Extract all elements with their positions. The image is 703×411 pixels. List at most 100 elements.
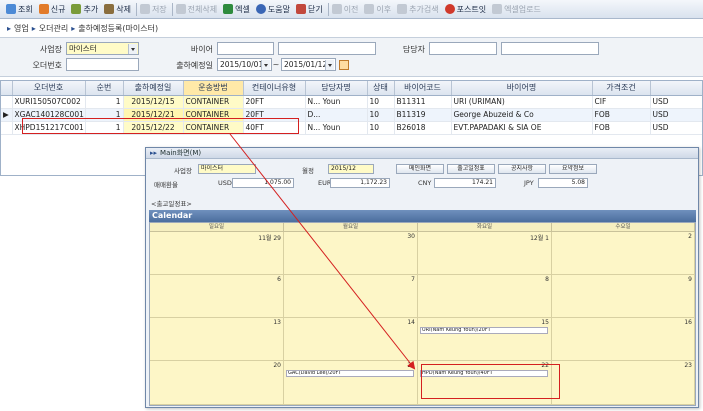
buyer-name-cell[interactable]: EVT.PAPADAKI & SIA OE	[451, 121, 593, 135]
excel-upload-button[interactable]: 엑셀업로드	[490, 1, 545, 17]
column-header[interactable]: 바이어코드	[394, 81, 452, 96]
buyer-code-input[interactable]	[217, 42, 274, 55]
seq-cell[interactable]: 1	[85, 95, 124, 109]
calendar-day-cell[interactable]: 13	[150, 318, 284, 361]
container-cell[interactable]: 40FT	[243, 121, 306, 135]
calendar-event[interactable]: HPD(Nam Keung Youn)/40FT	[420, 370, 548, 377]
price-term-cell[interactable]: CIF	[592, 95, 651, 109]
table-row[interactable]: XHPD151217C001 1 2015/12/22 CONTAINER 40…	[1, 121, 702, 135]
new-button[interactable]: 신규	[37, 1, 70, 17]
calendar-day-cell[interactable]: 21 GAC(David Lee)/20FT	[284, 361, 418, 405]
column-header[interactable]: 상태	[367, 81, 395, 96]
breadcrumb-item[interactable]: 출하예정등록(마이스터)	[78, 23, 158, 34]
calendar-icon[interactable]	[339, 60, 349, 70]
calendar-event[interactable]: URI(Nam Keung Youn)/20FT	[420, 327, 548, 334]
column-header[interactable]: 순번	[85, 81, 124, 96]
column-header[interactable]: 오더번호	[12, 81, 86, 96]
column-header[interactable]: 컨테이너유형	[243, 81, 306, 96]
close-button[interactable]: 닫기	[294, 1, 327, 17]
breadcrumb-item[interactable]: 영업	[14, 23, 29, 34]
manager-cell[interactable]: D...	[305, 108, 368, 122]
calendar-day-cell[interactable]: 8	[418, 275, 552, 318]
calendar-day-cell[interactable]: 14	[284, 318, 418, 361]
column-header[interactable]: 가격조건	[592, 81, 651, 96]
excel-button[interactable]: 엑셀	[221, 1, 254, 17]
add-button[interactable]: 추가	[69, 1, 102, 17]
schedule-button[interactable]: 출고일정표	[447, 164, 495, 174]
column-header[interactable]: 담당자명	[305, 81, 368, 96]
currency-cell[interactable]: USD	[650, 121, 702, 135]
container-cell[interactable]: 20FT	[243, 108, 306, 122]
price-term-cell[interactable]: FOB	[592, 108, 651, 122]
calendar-day-cell[interactable]: 6	[150, 275, 284, 318]
manager-name-input[interactable]	[501, 42, 599, 55]
column-header[interactable]: 바이어명	[451, 81, 593, 96]
seq-cell[interactable]: 1	[85, 121, 124, 135]
buyer-code-cell[interactable]: B26018	[394, 121, 452, 135]
manager-code-input[interactable]	[429, 42, 497, 55]
calendar-day-cell[interactable]: 22 HPD(Nam Keung Youn)/40FT	[418, 361, 552, 405]
fx-rate-jpy[interactable]: 5.08	[538, 178, 588, 188]
currency-cell[interactable]: USD	[650, 95, 702, 109]
buyer-code-cell[interactable]: B11311	[394, 95, 452, 109]
ship-date-cell[interactable]: 2015/12/21	[123, 108, 184, 122]
ship-date-cell[interactable]: 2015/12/22	[123, 121, 184, 135]
postit-button[interactable]: 포스트잇	[443, 1, 490, 17]
prev-button[interactable]: 이전	[330, 1, 363, 17]
notice-button[interactable]: 공지사항	[498, 164, 546, 174]
calendar-day-cell[interactable]: 23	[552, 361, 695, 405]
calendar-day-cell[interactable]: 16	[552, 318, 695, 361]
popup-month-select[interactable]: 2015/12	[328, 164, 374, 174]
delete-all-button[interactable]: 전체삭제	[174, 1, 221, 17]
order-no-cell[interactable]: XURI150507C002	[12, 95, 86, 109]
transport-cell[interactable]: CONTAINER	[183, 108, 244, 122]
calendar-day-cell[interactable]: 30	[284, 232, 418, 275]
calendar-day-cell[interactable]: 2	[552, 232, 695, 275]
column-header[interactable]: 출하예정일	[123, 81, 184, 96]
seq-cell[interactable]: 1	[85, 108, 124, 122]
buyer-name-cell[interactable]: URI (URIMAN)	[451, 95, 593, 109]
calendar-day-cell[interactable]: 20	[150, 361, 284, 405]
next-button[interactable]: 이후	[362, 1, 395, 17]
help-button[interactable]: 도움말	[254, 1, 294, 17]
status-cell[interactable]: 10	[367, 121, 395, 135]
main-screen-button[interactable]: 메인화면	[396, 164, 444, 174]
calendar-event[interactable]: GAC(David Lee)/20FT	[286, 370, 414, 377]
transport-cell[interactable]: CONTAINER	[183, 95, 244, 109]
container-cell[interactable]: 20FT	[243, 95, 306, 109]
buyer-name-input[interactable]	[278, 42, 376, 55]
calendar-day-cell[interactable]: 7	[284, 275, 418, 318]
buyer-name-cell[interactable]: George Abuzeid & Co	[451, 108, 593, 122]
table-row[interactable]: XURI150507C002 1 2015/12/15 CONTAINER 20…	[1, 95, 702, 109]
fx-rate-usd[interactable]: 1,075.00	[232, 178, 294, 188]
popup-company-select[interactable]: 마이스터	[198, 164, 256, 174]
order-no-cell[interactable]: XGAC140128C001	[12, 108, 86, 122]
buyer-code-cell[interactable]: B11319	[394, 108, 452, 122]
status-cell[interactable]: 10	[367, 108, 395, 122]
date-from-input[interactable]: 2015/10/01	[217, 58, 272, 71]
column-header[interactable]: 운송방법	[183, 81, 244, 96]
calendar-day-cell[interactable]: 9	[552, 275, 695, 318]
ship-date-cell[interactable]: 2015/12/15	[123, 95, 184, 109]
calendar-day-cell[interactable]: 11월 29	[150, 232, 284, 275]
manager-cell[interactable]: N... Youn	[305, 121, 368, 135]
order-no-input[interactable]	[66, 58, 139, 71]
fx-rate-cny[interactable]: 174.21	[434, 178, 496, 188]
column-header[interactable]	[650, 81, 702, 96]
price-term-cell[interactable]: FOB	[592, 121, 651, 135]
date-to-input[interactable]: 2015/01/12	[281, 58, 336, 71]
company-select[interactable]: 마이스터	[66, 42, 139, 55]
extra-search-button[interactable]: 추가검색	[395, 1, 442, 17]
order-no-cell[interactable]: XHPD151217C001	[12, 121, 86, 135]
transport-cell[interactable]: CONTAINER	[183, 121, 244, 135]
table-row[interactable]: ▶ XGAC140128C001 1 2015/12/21 CONTAINER …	[1, 108, 702, 122]
fx-rate-eur[interactable]: 1,172.23	[330, 178, 390, 188]
status-cell[interactable]: 10	[367, 95, 395, 109]
summary-button[interactable]: 요약정보	[549, 164, 597, 174]
calendar-day-cell[interactable]: 15 URI(Nam Keung Youn)/20FT	[418, 318, 552, 361]
manager-cell[interactable]: N... Youn	[305, 95, 368, 109]
search-button[interactable]: 조회	[4, 1, 37, 17]
currency-cell[interactable]: USD	[650, 108, 702, 122]
delete-button[interactable]: 삭제	[102, 1, 135, 17]
save-button[interactable]: 저장	[138, 1, 171, 17]
